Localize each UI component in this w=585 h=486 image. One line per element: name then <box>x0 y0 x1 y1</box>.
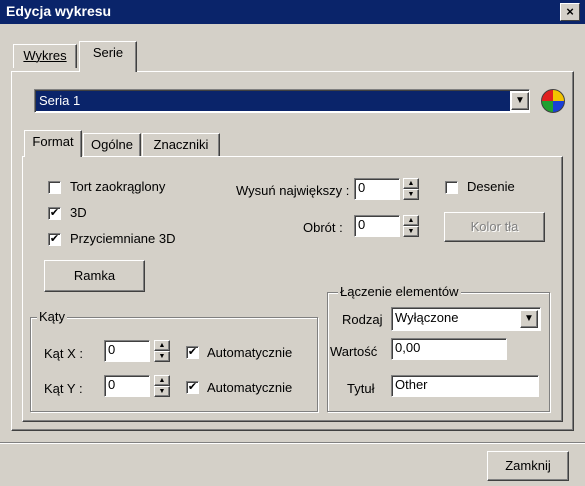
window-title: Edycja wykresu <box>6 3 112 19</box>
angle-y-auto-checkbox[interactable]: ✔ <box>186 381 199 394</box>
background-color-button[interactable]: Kolor tła <box>444 212 545 242</box>
explode-spinner[interactable]: ▲ ▼ <box>403 178 419 200</box>
tab-wykres-label: Wykres <box>23 48 67 63</box>
color-wheel-icon[interactable] <box>541 89 565 113</box>
tab-serie[interactable]: Serie <box>79 41 137 72</box>
angles-title: Kąty <box>37 309 68 324</box>
tab-serie-label: Serie <box>92 45 124 60</box>
explode-label: Wysuń największy : <box>236 183 350 198</box>
dark-3d-label: Przyciemniane 3D <box>70 231 176 246</box>
angle-y-spin-up-icon[interactable]: ▲ <box>154 375 170 386</box>
rounded-pie-checkbox[interactable] <box>48 181 61 194</box>
angle-x-auto-label: Automatycznie <box>207 345 293 360</box>
grouping-type-label: Rodzaj <box>342 312 383 327</box>
tab-znaczniki-label: Znaczniki <box>153 137 209 152</box>
grouping-type-arrow-icon[interactable]: ▼ <box>520 310 538 328</box>
rotation-spinner[interactable]: ▲ ▼ <box>403 215 419 237</box>
tab-znaczniki[interactable]: Znaczniki <box>142 133 220 157</box>
angles-groupbox <box>30 317 318 412</box>
grouping-value-label: Wartość <box>330 344 378 359</box>
angle-x-auto-checkbox[interactable]: ✔ <box>186 346 199 359</box>
dark-3d-checkbox[interactable]: ✔ <box>48 233 61 246</box>
grouping-caption-input[interactable]: Other <box>391 375 539 397</box>
grouping-caption-label: Tytuł <box>347 381 375 396</box>
patterns-label: Desenie <box>467 179 515 194</box>
tab-format-label: Format <box>32 134 74 149</box>
grouping-title: Łączenie elementów <box>338 284 461 299</box>
rotation-spin-down-icon[interactable]: ▼ <box>403 226 419 237</box>
angle-x-label: Kąt X : <box>44 346 84 361</box>
angle-y-spinner[interactable]: ▲ ▼ <box>154 375 170 397</box>
tab-ogolne[interactable]: Ogólne <box>83 133 141 157</box>
explode-input[interactable]: 0 <box>354 178 400 200</box>
angle-y-input[interactable]: 0 <box>104 375 150 397</box>
rotation-spin-up-icon[interactable]: ▲ <box>403 215 419 226</box>
series-select[interactable]: Seria 1 ▼ <box>34 89 530 113</box>
angle-x-spin-down-icon[interactable]: ▼ <box>154 351 170 362</box>
frame-button[interactable]: Ramka <box>44 260 145 292</box>
tab-format[interactable]: Format <box>24 130 82 157</box>
grouping-type-value: Wyłączone <box>395 310 459 325</box>
explode-spin-down-icon[interactable]: ▼ <box>403 189 419 200</box>
angle-y-label: Kąt Y : <box>44 381 83 396</box>
angle-x-spin-up-icon[interactable]: ▲ <box>154 340 170 351</box>
angle-x-input[interactable]: 0 <box>104 340 150 362</box>
three-d-label: 3D <box>70 205 87 220</box>
close-button[interactable]: Zamknij <box>487 451 569 481</box>
angle-x-spinner[interactable]: ▲ ▼ <box>154 340 170 362</box>
explode-spin-up-icon[interactable]: ▲ <box>403 178 419 189</box>
grouping-value-input[interactable]: 0,00 <box>391 338 507 360</box>
bottom-separator <box>0 442 585 443</box>
three-d-checkbox[interactable]: ✔ <box>48 207 61 220</box>
rotation-input[interactable]: 0 <box>354 215 400 237</box>
grouping-type-select[interactable]: Wyłączone ▼ <box>391 307 541 331</box>
angle-y-spin-down-icon[interactable]: ▼ <box>154 386 170 397</box>
close-button-label: Zamknij <box>505 458 551 473</box>
series-select-value: Seria 1 <box>36 91 510 111</box>
tab-wykres[interactable]: Wykres <box>13 44 77 68</box>
angle-y-auto-label: Automatycznie <box>207 380 293 395</box>
tab-ogolne-label: Ogólne <box>91 137 133 152</box>
series-select-arrow-icon[interactable]: ▼ <box>511 92 529 110</box>
rounded-pie-label: Tort zaokrąglony <box>70 179 166 194</box>
patterns-checkbox[interactable] <box>445 181 458 194</box>
close-window-button[interactable]: × <box>560 3 580 21</box>
rotation-label: Obrót : <box>303 220 343 235</box>
